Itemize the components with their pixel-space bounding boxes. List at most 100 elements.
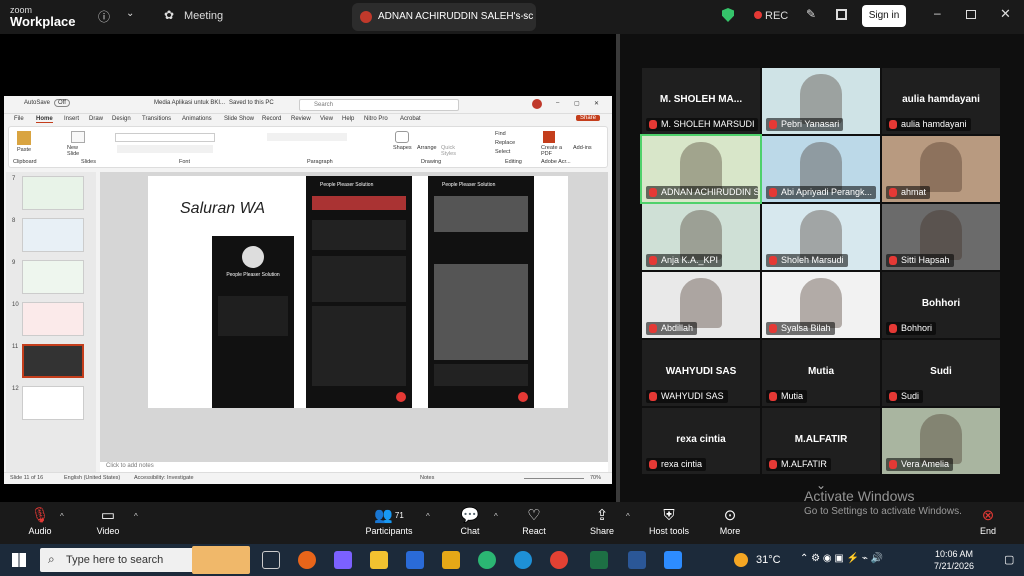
notes-toggle[interactable]: Notes — [420, 475, 434, 481]
participant-tile[interactable]: Sudi Sudi — [882, 340, 1000, 406]
paste-icon[interactable] — [17, 131, 31, 145]
edge-icon[interactable] — [478, 551, 496, 569]
participant-tile[interactable]: Sitti Hapsah — [882, 204, 1000, 270]
current-slide[interactable]: Saluran WA People Pleaser Solution Peopl… — [148, 176, 568, 408]
ppt-search-input[interactable]: Search — [299, 99, 459, 111]
slide-thumbnail[interactable] — [22, 386, 84, 420]
menu-nitro-pro[interactable]: Nitro Pro — [364, 116, 388, 122]
new-slide-icon[interactable] — [71, 131, 85, 143]
close-icon[interactable]: ✕ — [1000, 6, 1011, 22]
participants-button[interactable]: 👥 71 Participants — [354, 506, 424, 542]
end-button[interactable]: ⊗ End — [958, 506, 1018, 542]
participant-tile[interactable]: aulia hamdayani aulia hamdayani — [882, 68, 1000, 134]
ppt-restore-icon[interactable]: ▢ — [574, 100, 580, 107]
participant-tile[interactable]: ahmat — [882, 136, 1000, 202]
host-tools-button[interactable]: ⛨ Host tools — [640, 506, 698, 542]
participant-tile[interactable]: WAHYUDI SAS WAHYUDI SAS — [642, 340, 760, 406]
participant-tile[interactable]: Vera Amelia — [882, 408, 1000, 474]
copilot-icon[interactable] — [334, 551, 352, 569]
video-options-caret[interactable]: ^ — [134, 512, 138, 521]
zoom-slider[interactable] — [524, 478, 584, 479]
menu-home[interactable]: Home — [36, 116, 53, 123]
menu-help[interactable]: Help — [342, 116, 354, 122]
participant-tile[interactable]: Bohhori Bohhori — [882, 272, 1000, 338]
chat-button[interactable]: 💬 Chat — [440, 506, 500, 542]
audio-options-caret[interactable]: ^ — [60, 512, 64, 521]
menu-slide-show[interactable]: Slide Show — [224, 116, 254, 122]
new-slide-button[interactable]: New Slide — [67, 145, 91, 157]
participants-options-caret[interactable]: ^ — [426, 512, 430, 521]
participant-tile[interactable]: Pebri Yanasari — [762, 68, 880, 134]
view-icon[interactable] — [836, 9, 847, 20]
restore-icon[interactable] — [966, 10, 976, 19]
menu-review[interactable]: Review — [291, 116, 311, 122]
ppt-minimize-icon[interactable]: – — [556, 100, 559, 106]
video-button[interactable]: ▭ Video — [78, 506, 138, 542]
menu-file[interactable]: File — [14, 116, 24, 122]
participant-tile[interactable]: Abdillah — [642, 272, 760, 338]
windows-start-icon[interactable] — [12, 553, 26, 567]
menu-insert[interactable]: Insert — [64, 116, 79, 122]
ppt-share-button[interactable]: Share — [576, 115, 601, 121]
sign-in-button[interactable]: Sign in — [862, 5, 906, 27]
participant-tile[interactable]: M.ALFATIR M.ALFATIR — [762, 408, 880, 474]
zoom-app-icon[interactable] — [664, 551, 682, 569]
share-button[interactable]: ⇪ Share — [572, 506, 632, 542]
font-format-controls[interactable] — [117, 145, 213, 153]
zoom-level[interactable]: 70% — [590, 475, 601, 481]
system-tray-icons[interactable]: ⌃ ⚙ ◉ ▣ ⚡ ⌁ 🔊 — [800, 553, 883, 564]
quick-styles-button[interactable]: Quick Styles — [441, 145, 463, 157]
shield-icon[interactable] — [722, 8, 734, 22]
weather-icon[interactable] — [734, 553, 748, 567]
react-button[interactable]: ♡ React — [504, 506, 564, 542]
slide-thumbnail-selected[interactable] — [22, 344, 84, 378]
annotate-icon[interactable]: ✎ — [806, 7, 816, 21]
meeting-label[interactable]: Meeting — [184, 10, 223, 22]
menu-record[interactable]: Record — [262, 116, 281, 122]
folder-icon[interactable] — [442, 551, 460, 569]
slide-thumbnail[interactable] — [22, 302, 84, 336]
menu-animations[interactable]: Animations — [182, 116, 212, 122]
shared-screen-tab[interactable]: ADNAN ACHIRUDDIN SALEH's sc ⋯ — [352, 3, 536, 31]
participant-tile[interactable]: Mutia Mutia — [762, 340, 880, 406]
paste-button[interactable]: Paste — [17, 147, 31, 153]
menu-draw[interactable]: Draw — [89, 116, 103, 122]
ppt-close-icon[interactable]: ✕ — [594, 100, 599, 107]
taskbar-clock[interactable]: 10:06 AM 7/21/2026 — [934, 548, 974, 572]
language-status[interactable]: English (United States) — [64, 475, 120, 481]
participant-tile[interactable]: Abi Apriyadi Perangk... — [762, 136, 880, 202]
select-button[interactable]: Select — [495, 149, 510, 155]
notes-pane[interactable]: Click to add notes — [100, 462, 608, 472]
participant-tile[interactable]: Anja K.A._KPI — [642, 204, 760, 270]
task-view-icon[interactable] — [262, 551, 280, 569]
participant-tile[interactable]: Sholeh Marsudi — [762, 204, 880, 270]
file-explorer-icon[interactable] — [370, 551, 388, 569]
participant-tile[interactable]: M. SHOLEH MA... M. SHOLEH MARSUDI — [642, 68, 760, 134]
chat-options-caret[interactable]: ^ — [494, 512, 498, 521]
slide-thumbnail[interactable] — [22, 260, 84, 294]
participant-tile[interactable]: ADNAN ACHIRUDDIN SA... — [640, 134, 762, 204]
find-button[interactable]: Find — [495, 131, 506, 137]
firefox-icon[interactable] — [298, 551, 316, 569]
info-icon[interactable]: ⓘ — [98, 8, 110, 25]
rec-label[interactable]: REC — [765, 10, 788, 22]
participant-tile[interactable]: rexa cintia rexa cintia — [642, 408, 760, 474]
minimize-icon[interactable]: – — [934, 6, 941, 20]
paragraph-controls[interactable] — [267, 133, 347, 141]
accessibility-status[interactable]: Accessibility: Investigate — [134, 475, 194, 481]
slide-thumbnail[interactable] — [22, 176, 84, 210]
addins-button[interactable]: Add-ins — [573, 145, 592, 151]
menu-transitions[interactable]: Transitions — [142, 116, 171, 122]
menu-view[interactable]: View — [320, 116, 333, 122]
split-divider[interactable] — [616, 34, 620, 502]
outlook-icon[interactable] — [406, 551, 424, 569]
menu-acrobat[interactable]: Acrobat — [400, 116, 421, 122]
more-options-icon[interactable]: ⋯ — [516, 9, 528, 23]
participant-tile[interactable]: Syalsa Bilah — [762, 272, 880, 338]
notifications-icon[interactable]: ▢ — [1004, 553, 1014, 566]
autosave-toggle[interactable]: Off — [54, 99, 70, 107]
word-icon[interactable] — [628, 551, 646, 569]
replace-button[interactable]: Replace — [495, 140, 515, 146]
create-pdf-button[interactable]: Create a PDF — [541, 145, 567, 157]
more-button[interactable]: ⊙ More — [700, 506, 760, 542]
